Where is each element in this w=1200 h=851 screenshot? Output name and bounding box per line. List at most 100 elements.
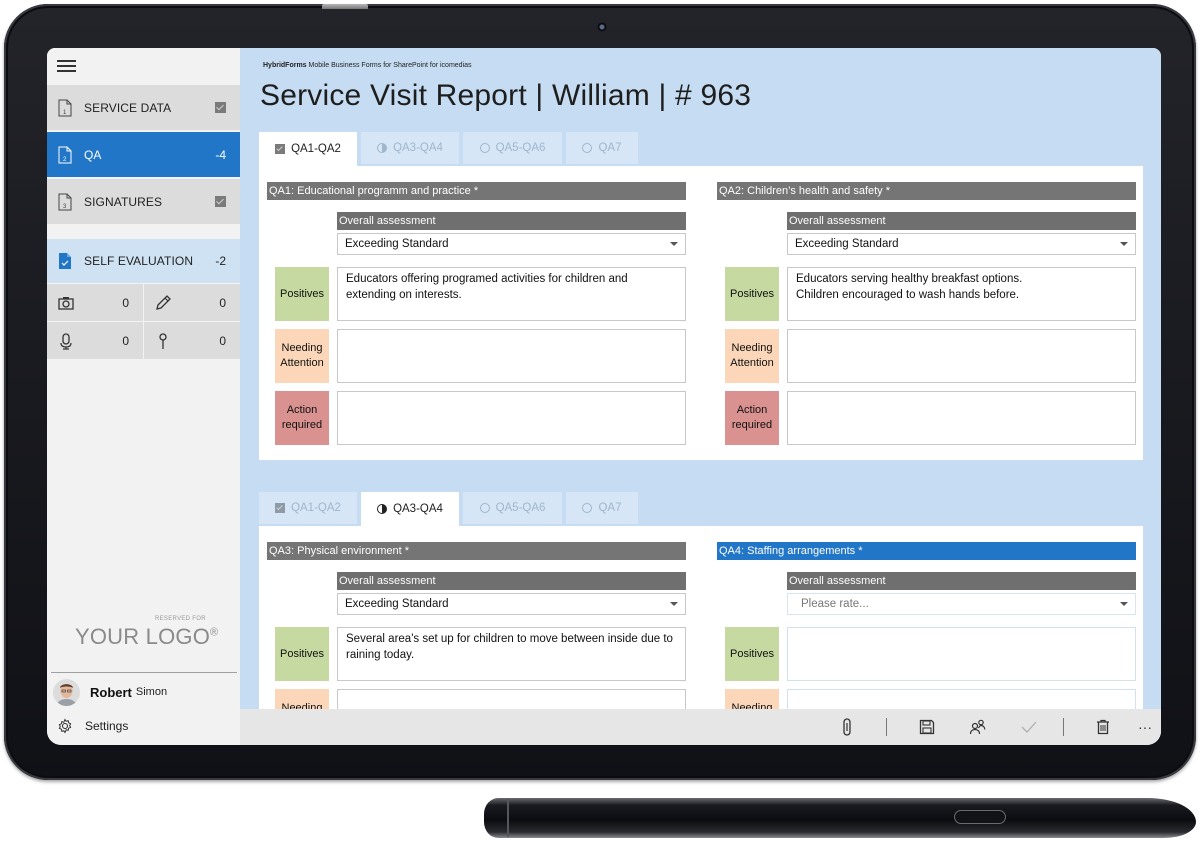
needing-attention-label: Needing Attention — [275, 329, 329, 383]
checkbox-checked-icon — [275, 144, 286, 154]
count-badge: -4 — [215, 147, 226, 162]
sidebar-item-label: QA — [84, 147, 102, 162]
divider — [886, 718, 887, 736]
assessment-select[interactable]: Exceeding Standard — [787, 233, 1136, 255]
sidebar-item-self-evaluation[interactable]: SELF EVALUATION -2 — [47, 239, 240, 283]
needing-attention-label: Needing Attention — [725, 329, 779, 383]
trash-icon — [1097, 719, 1109, 735]
divider — [1063, 718, 1064, 736]
positives-label: Positives — [725, 627, 779, 681]
divider — [51, 672, 237, 673]
ellipsis-icon: ··· — [1138, 719, 1152, 735]
delete-button[interactable] — [1093, 717, 1113, 737]
sidebar: 1 SERVICE DATA 2 QA -4 3 SIGNATURES SELF… — [47, 48, 240, 745]
sidebar-item-signatures[interactable]: 3 SIGNATURES — [47, 179, 240, 224]
paperclip-icon — [843, 718, 851, 736]
needing-attention-input[interactable] — [337, 329, 686, 383]
user-first-name: Robert — [90, 684, 132, 700]
svg-text:3: 3 — [63, 204, 67, 210]
attach-button[interactable] — [837, 717, 857, 737]
pencil-icon — [156, 294, 171, 310]
chevron-down-icon — [670, 242, 678, 246]
more-button[interactable]: ··· — [1135, 717, 1155, 737]
chevron-down-icon — [670, 602, 678, 606]
assessment-select[interactable]: Please rate... — [787, 593, 1136, 615]
overall-assessment-label: Overall assessment — [787, 212, 1136, 230]
save-button[interactable] — [917, 717, 937, 737]
sidebar-item-label: SIGNATURES — [84, 194, 163, 209]
section-qa1: QA1: Educational programm and practice *… — [267, 182, 686, 452]
submit-button[interactable] — [1019, 717, 1039, 737]
document-2-icon: 2 — [58, 146, 72, 163]
power-button — [322, 4, 368, 9]
tab-qa1-qa2[interactable]: QA1-QA2 — [259, 492, 357, 524]
action-required-input[interactable] — [337, 391, 686, 445]
checkmark-icon — [1021, 721, 1037, 733]
sidebar-item-service-data[interactable]: 1 SERVICE DATA — [47, 85, 240, 130]
action-required-label: Action required — [725, 391, 779, 445]
section-title: QA1: Educational programm and practice * — [267, 182, 686, 200]
chevron-down-icon — [1120, 602, 1128, 606]
settings-label: Settings — [85, 719, 129, 733]
camera-icon — [597, 22, 607, 32]
tab-qa5-qa6[interactable]: QA5-QA6 — [463, 132, 562, 164]
positives-input[interactable]: Educators offering programed activities … — [337, 267, 686, 321]
checkbox-checked-icon — [275, 503, 286, 513]
tab-qa1-qa2[interactable]: QA1-QA2 — [259, 132, 357, 166]
empty-circle-icon — [479, 143, 490, 153]
assessment-select[interactable]: Exceeding Standard — [337, 233, 686, 255]
positives-input[interactable]: Educators serving healthy breakfast opti… — [787, 267, 1136, 321]
pen-cap-line — [507, 799, 509, 837]
people-icon — [969, 719, 986, 735]
positives-label: Positives — [275, 267, 329, 321]
audio-count[interactable]: 0 — [47, 322, 143, 359]
section-qa2: QA2: Children’s health and safety * Over… — [717, 182, 1136, 452]
overall-assessment-label: Overall assessment — [787, 572, 1136, 590]
overall-assessment-label: Overall assessment — [337, 572, 686, 590]
count-badge: -2 — [215, 254, 226, 268]
hamburger-icon[interactable] — [57, 60, 76, 72]
stylus-pen — [484, 798, 1196, 838]
page-title: Service Visit Report | William | # 963 — [260, 79, 752, 112]
drawing-count[interactable]: 0 — [144, 284, 240, 321]
needing-attention-input[interactable] — [787, 329, 1136, 383]
tab-qa7[interactable]: QA7 — [566, 132, 638, 164]
document-check-icon — [59, 253, 71, 269]
positives-label: Positives — [275, 627, 329, 681]
action-required-label: Action required — [275, 391, 329, 445]
svg-text:1: 1 — [63, 110, 67, 116]
tab-qa7[interactable]: QA7 — [566, 492, 638, 524]
brand-line: HybridForms Mobile Business Forms for Sh… — [263, 62, 472, 69]
tab-qa3-qa4[interactable]: QA3-QA4 — [361, 132, 459, 164]
empty-circle-icon — [582, 503, 593, 513]
app-screen: 1 SERVICE DATA 2 QA -4 3 SIGNATURES SELF… — [47, 48, 1161, 745]
tab-qa3-qa4[interactable]: QA3-QA4 — [361, 492, 459, 526]
pen-button — [954, 810, 1006, 824]
command-bar: ··· — [240, 709, 1161, 745]
checked-icon — [215, 102, 226, 113]
user-profile[interactable]: Robert Simon — [53, 676, 167, 708]
floppy-disk-icon — [919, 719, 935, 735]
settings-link[interactable]: Settings — [57, 718, 128, 734]
tab-qa5-qa6[interactable]: QA5-QA6 — [463, 492, 562, 524]
section-title: QA2: Children’s health and safety * — [717, 182, 1136, 200]
gear-icon — [58, 718, 72, 734]
share-users-button[interactable] — [968, 717, 988, 737]
assessment-select[interactable]: Exceeding Standard — [337, 593, 686, 615]
positives-input[interactable]: Several area's set up for children to mo… — [337, 627, 686, 681]
sidebar-item-qa[interactable]: 2 QA -4 — [47, 132, 240, 177]
empty-circle-icon — [582, 143, 593, 153]
document-1-icon: 1 — [58, 99, 72, 116]
section-title: QA4: Staffing arrangements * — [717, 542, 1136, 560]
tab-panel-qa1-qa2: QA1: Educational programm and practice *… — [259, 166, 1143, 460]
sidebar-item-label: SERVICE DATA — [84, 100, 172, 115]
overall-assessment-label: Overall assessment — [337, 212, 686, 230]
sidebar-item-label: SELF EVALUATION — [84, 254, 194, 268]
camera-icon — [58, 296, 74, 310]
avatar — [53, 678, 80, 706]
action-required-input[interactable] — [787, 391, 1136, 445]
positives-input[interactable] — [787, 627, 1136, 681]
photo-count[interactable]: 0 — [47, 284, 143, 321]
location-count[interactable]: 0 — [144, 322, 240, 359]
chevron-down-icon — [1120, 242, 1128, 246]
